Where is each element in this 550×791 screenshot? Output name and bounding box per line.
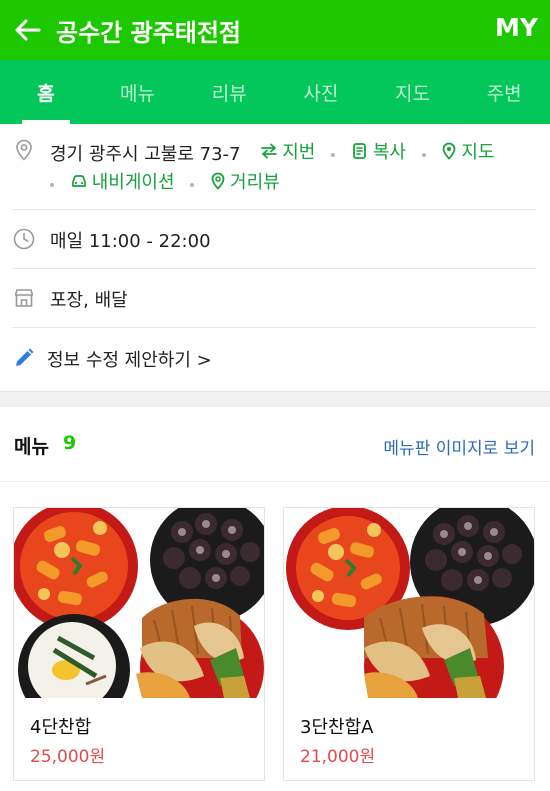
menu-count: 9 [63,432,77,454]
menu-item-name: 4단찬합 [30,717,92,738]
menu-item-card[interactable]: 4단찬합 25,000원 [13,507,265,781]
menu-item-photo [284,508,534,698]
menu-item-price: 25,000원 [30,747,106,767]
tab-map[interactable]: 지도 [367,60,459,124]
copy-button[interactable]: 복사 [351,138,406,164]
hours-text: 매일 11:00 - 22:00 [50,231,211,252]
lot-number-label: 지번 [282,142,316,163]
service-text: 포장, 배달 [50,290,128,311]
tab-home[interactable]: 홈 [0,60,92,124]
car-icon [71,175,86,187]
address-text: 경기 광주시 고불로 73-7 [50,144,241,165]
tab-menu[interactable]: 메뉴 [92,60,184,124]
navigation-button[interactable]: 내비게이션 [70,168,175,194]
page-title: 공수간 광주태전점 [56,19,241,47]
tab-photos[interactable]: 사진 [275,60,367,124]
store-icon [14,289,34,307]
location-pin-icon [16,139,32,161]
menu-item-name: 3단찬합A [300,717,374,738]
navigation-label: 내비게이션 [91,172,175,193]
clock-icon [13,228,35,250]
menu-section-title: 메뉴 [14,436,49,458]
suggest-edit-row[interactable]: 정보 수정 제안하기 > [12,328,536,391]
copy-label: 복사 [372,142,406,163]
back-arrow-icon [15,19,41,41]
street-view-button[interactable]: 거리뷰 [210,168,280,194]
menu-item-photo [14,508,264,698]
swap-icon [261,143,278,159]
lot-number-button[interactable]: 지번 [260,138,315,164]
street-view-icon [211,172,225,190]
suggest-edit-link[interactable]: 정보 수정 제안하기 > [47,346,212,372]
pencil-icon [16,348,34,366]
separator-dot [50,183,54,187]
my-button[interactable]: MY [495,13,538,42]
menu-header: 메뉴 9 메뉴판 이미지로 보기 [0,407,550,482]
map-label: 지도 [461,142,495,163]
map-pin-icon [443,142,456,160]
back-button[interactable] [6,8,50,52]
section-divider [0,391,550,407]
service-row: 포장, 배달 [12,269,536,328]
map-button[interactable]: 지도 [441,138,495,164]
top-bar: 공수간 광주태전점 MY [0,0,550,60]
separator-dot [190,183,195,187]
menu-item-price: 21,000원 [300,747,376,767]
hours-row[interactable]: 매일 11:00 - 22:00 [12,210,536,269]
menu-item-card[interactable]: 3단찬합A 21,000원 [283,507,535,781]
street-view-label: 거리뷰 [230,172,280,193]
copy-icon [352,143,366,159]
tab-reviews[interactable]: 리뷰 [183,60,275,124]
separator-dot [331,153,336,157]
separator-dot [421,153,426,157]
address-row: 경기 광주시 고불로 73-7 지번 복사 지도 내비게이션 거리뷰 [12,124,536,210]
menu-board-link[interactable]: 메뉴판 이미지로 보기 [383,434,535,459]
tab-nearby[interactable]: 주변 [458,60,550,124]
tab-bar: 홈 메뉴 리뷰 사진 지도 주변 [0,60,550,124]
